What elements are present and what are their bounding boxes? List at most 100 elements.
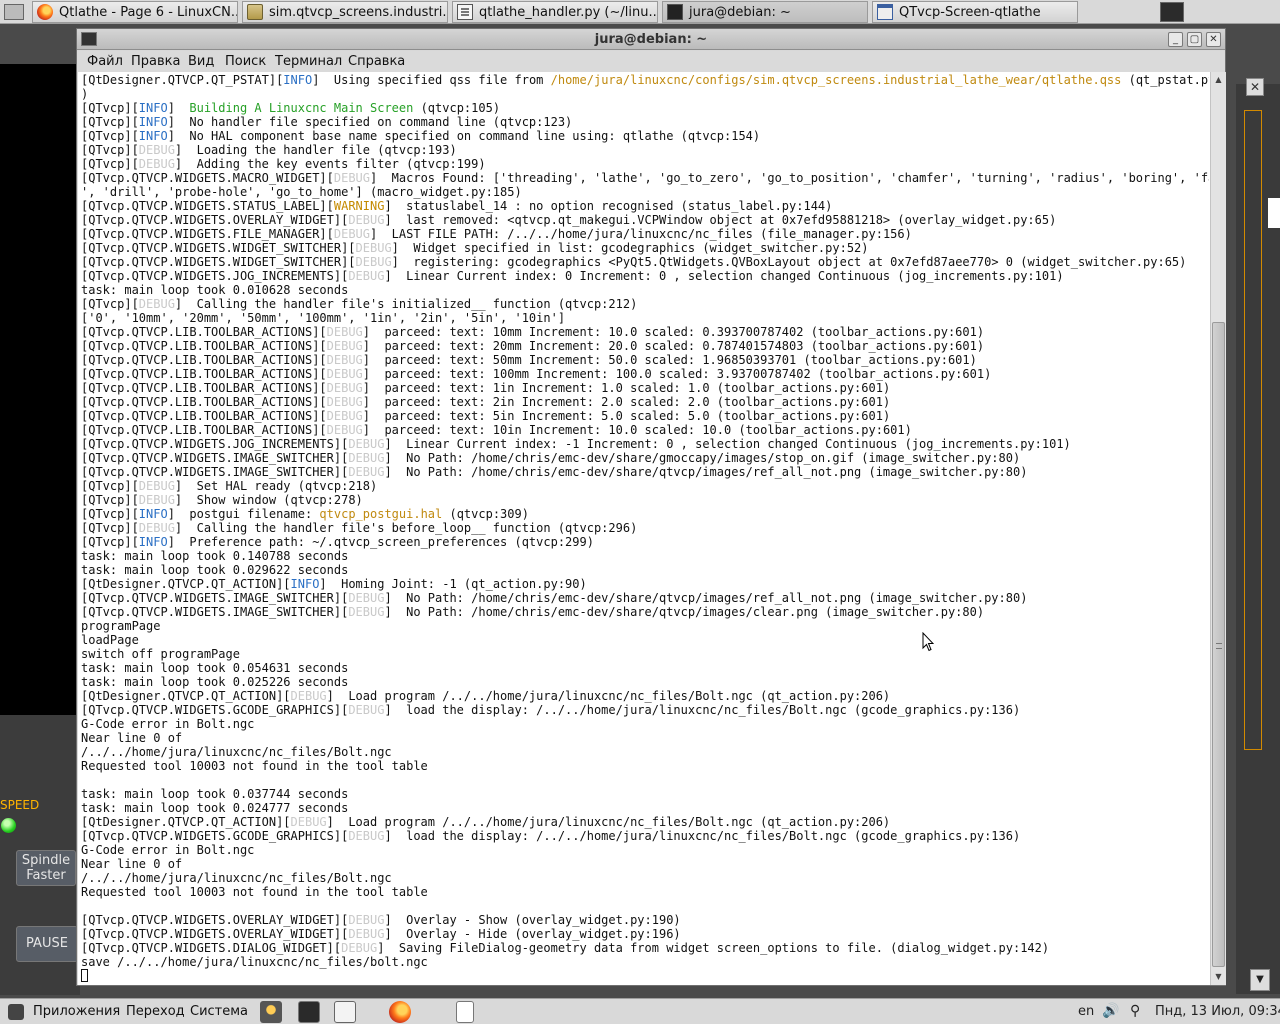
keyboard-layout-indicator[interactable]: en [1078, 1004, 1094, 1019]
menu-help[interactable]: Справка [348, 54, 405, 69]
terminal-segment: ] load the display: /../../home/jura/lin… [384, 829, 1021, 843]
scrollbar-grip [1216, 643, 1222, 649]
terminal-segment: DEBUG [348, 465, 385, 479]
scrollbar-thumb[interactable] [1212, 322, 1225, 967]
terminal-icon [667, 4, 683, 20]
terminal-segment: ] Calling the handler file's initialized… [174, 297, 638, 311]
task-label: QTvcp-Screen-qtlathe [899, 4, 1041, 20]
terminal-titlebar[interactable]: jura@debian: ~ _ ▢ ✕ [77, 29, 1225, 50]
terminal-segment: [QTvcp.QTVCP.WIDGETS.WIDGET_SWITCHER][ [81, 255, 356, 269]
terminal-segment: DEBUG [348, 269, 385, 283]
spindle-faster-button[interactable]: Spindle Faster [16, 850, 76, 886]
folder-icon [247, 4, 263, 20]
minimize-button[interactable]: _ [1168, 32, 1183, 47]
maximize-button[interactable]: ▢ [1187, 32, 1202, 47]
terminal-segment: ] LAST FILE PATH: /../../home/jura/linux… [370, 227, 912, 241]
terminal-segment: ] postgui filename: [167, 507, 320, 521]
terminal-segment: programPage [81, 619, 161, 633]
terminal-scrollbar[interactable]: ▲ ▼ [1210, 72, 1226, 985]
terminal-segment: [QTvcp.QTVCP.WIDGETS.IMAGE_SWITCHER][ [81, 451, 349, 465]
terminal-segment: DEBUG [290, 689, 327, 703]
firefox-launcher-icon[interactable] [389, 1001, 411, 1023]
clock[interactable]: Пнд, 13 Июл, 09:34 [1155, 1004, 1280, 1019]
terminal-line: [QTvcp.QTVCP.LIB.TOOLBAR_ACTIONS][DEBUG]… [81, 409, 1209, 423]
terminal-output[interactable]: [QtDesigner.QTVCP.QT_PSTAT][INFO] Using … [78, 72, 1210, 985]
terminal-segment: ', 'drill', 'probe-hole', 'go_to_home'] … [81, 185, 522, 199]
text-editor-icon [457, 4, 473, 20]
task-button-qtvcp[interactable]: QTvcp-Screen-qtlathe [872, 1, 1078, 23]
terminal-segment: switch off programPage [81, 647, 240, 661]
task-button-text-editor[interactable]: qtlathe_handler.py (~/linu... [452, 1, 658, 23]
terminal-line: programPage [81, 619, 1209, 633]
terminal-segment: DEBUG [138, 493, 175, 507]
terminal-line: [QTvcp.QTVCP.WIDGETS.JOG_INCREMENTS][DEB… [81, 269, 1209, 283]
menu-file[interactable]: Файл [87, 54, 123, 69]
terminal-segment: Building A Linuxcnc Main Screen [189, 101, 414, 115]
menu-view[interactable]: Вид [188, 54, 214, 69]
menu-edit[interactable]: Правка [131, 54, 180, 69]
terminal-segment: DEBUG [138, 521, 175, 535]
terminal-segment: ] Saving FileDialog-geometry data from w… [377, 941, 1050, 955]
menu-search[interactable]: Поиск [225, 54, 266, 69]
terminal-segment: [QTvcp.QTVCP.WIDGETS.OVERLAY_WIDGET][ [81, 213, 349, 227]
terminal-line: [QTvcp][DEBUG] Loading the handler file … [81, 143, 1209, 157]
terminal-launcher-icon[interactable] [1160, 2, 1184, 22]
terminal-segment: DEBUG [326, 367, 363, 381]
text-editor-launcher-icon[interactable] [334, 1001, 356, 1023]
scroll-down-icon[interactable]: ▼ [1211, 969, 1226, 985]
linuxcnc-launcher-icon[interactable] [260, 1001, 282, 1023]
terminal-segment: ] Preference path: ~/.qtvcp_screen_prefe… [167, 535, 594, 549]
terminal-line: [QTvcp][INFO] Building A Linuxcnc Main S… [81, 101, 1209, 115]
terminal-segment: ] parceed: text: 1in Increment: 1.0 scal… [362, 381, 891, 395]
pause-button[interactable]: PAUSE [16, 926, 78, 962]
terminal-segment: ] Homing Joint: -1 (qt_action.py:90) [319, 577, 587, 591]
terminal-segment: ] Overlay - Show (overlay_widget.py:190) [384, 913, 681, 927]
scroll-up-icon[interactable]: ▲ [1211, 72, 1226, 88]
menu-terminal[interactable]: Терминал [275, 54, 342, 69]
terminal-segment: [QTvcp.QTVCP.LIB.TOOLBAR_ACTIONS][ [81, 423, 327, 437]
terminal-segment: [QTvcp.QTVCP.WIDGETS.MACRO_WIDGET][ [81, 171, 334, 185]
terminal-line: [QTvcp][DEBUG] Set HAL ready (qtvcp:218) [81, 479, 1209, 493]
terminal-segment: ] Show window (qtvcp:278) [174, 493, 363, 507]
terminal-line: /../../home/jura/linuxcnc/nc_files/Bolt.… [81, 871, 1209, 885]
menu-applications[interactable]: Приложения [33, 1004, 120, 1019]
terminal-line: task: main loop took 0.054631 seconds [81, 661, 1209, 675]
terminal-line: [QTvcp.QTVCP.LIB.TOOLBAR_ACTIONS][DEBUG]… [81, 381, 1209, 395]
terminal-segment: ] Loading the handler file (qtvcp:193) [174, 143, 457, 157]
task-button-terminal[interactable]: jura@debian: ~ [662, 1, 868, 23]
terminal-segment: INFO [138, 507, 168, 521]
chevron-down-icon[interactable]: ▼ [1250, 969, 1270, 991]
terminal-line: [QTvcp.QTVCP.LIB.TOOLBAR_ACTIONS][DEBUG]… [81, 367, 1209, 381]
terminal-segment: DEBUG [290, 815, 327, 829]
menu-system[interactable]: Система [190, 1004, 248, 1019]
menu-places[interactable]: Переход [126, 1004, 185, 1019]
volume-icon[interactable]: 🔊 [1102, 1003, 1120, 1021]
close-button[interactable]: ✕ [1206, 32, 1221, 47]
terminal-line: [QtDesigner.QTVCP.QT_ACTION][DEBUG] Load… [81, 815, 1209, 829]
terminal-launcher-icon[interactable] [298, 1001, 320, 1023]
spindle-speed-led [1, 818, 16, 833]
terminal-line: save /../../home/jura/linuxcnc/nc_files/… [81, 955, 1209, 969]
applications-menu-icon[interactable] [8, 1004, 24, 1020]
terminal-segment: ] No Path: /home/chris/emc-dev/share/gmo… [384, 451, 1021, 465]
network-icon[interactable]: ⚲ [1130, 1003, 1148, 1021]
close-icon[interactable]: ✕ [1246, 78, 1264, 96]
terminal-segment: [QTvcp][ [81, 101, 139, 115]
terminal-line: [QTvcp.QTVCP.WIDGETS.IMAGE_SWITCHER][DEB… [81, 465, 1209, 479]
terminal-segment: [QTvcp.QTVCP.WIDGETS.WIDGET_SWITCHER][ [81, 241, 356, 255]
terminal-segment: ] Using specified qss file from [312, 73, 551, 87]
show-desktop-icon[interactable] [4, 4, 24, 20]
window-list-icon[interactable] [456, 1001, 474, 1023]
terminal-segment: DEBUG [333, 171, 370, 185]
task-button-firefox[interactable]: Qtlathe - Page 6 - LinuxCN... [32, 1, 238, 23]
mouse-pointer-icon [922, 632, 934, 652]
terminal-segment: DEBUG [138, 157, 175, 171]
terminal-segment: INFO [138, 115, 168, 129]
terminal-segment: DEBUG [326, 423, 363, 437]
terminal-prompt-line[interactable] [81, 969, 1209, 983]
terminal-segment: ] Load program /../../home/jura/linuxcnc… [326, 689, 891, 703]
terminal-segment: [QTvcp][ [81, 507, 139, 521]
terminal-line: G-Code error in Bolt.ngc [81, 843, 1209, 857]
terminal-line: G-Code error in Bolt.ngc [81, 717, 1209, 731]
task-button-file-manager[interactable]: sim.qtvcp_screens.industri... [242, 1, 448, 23]
